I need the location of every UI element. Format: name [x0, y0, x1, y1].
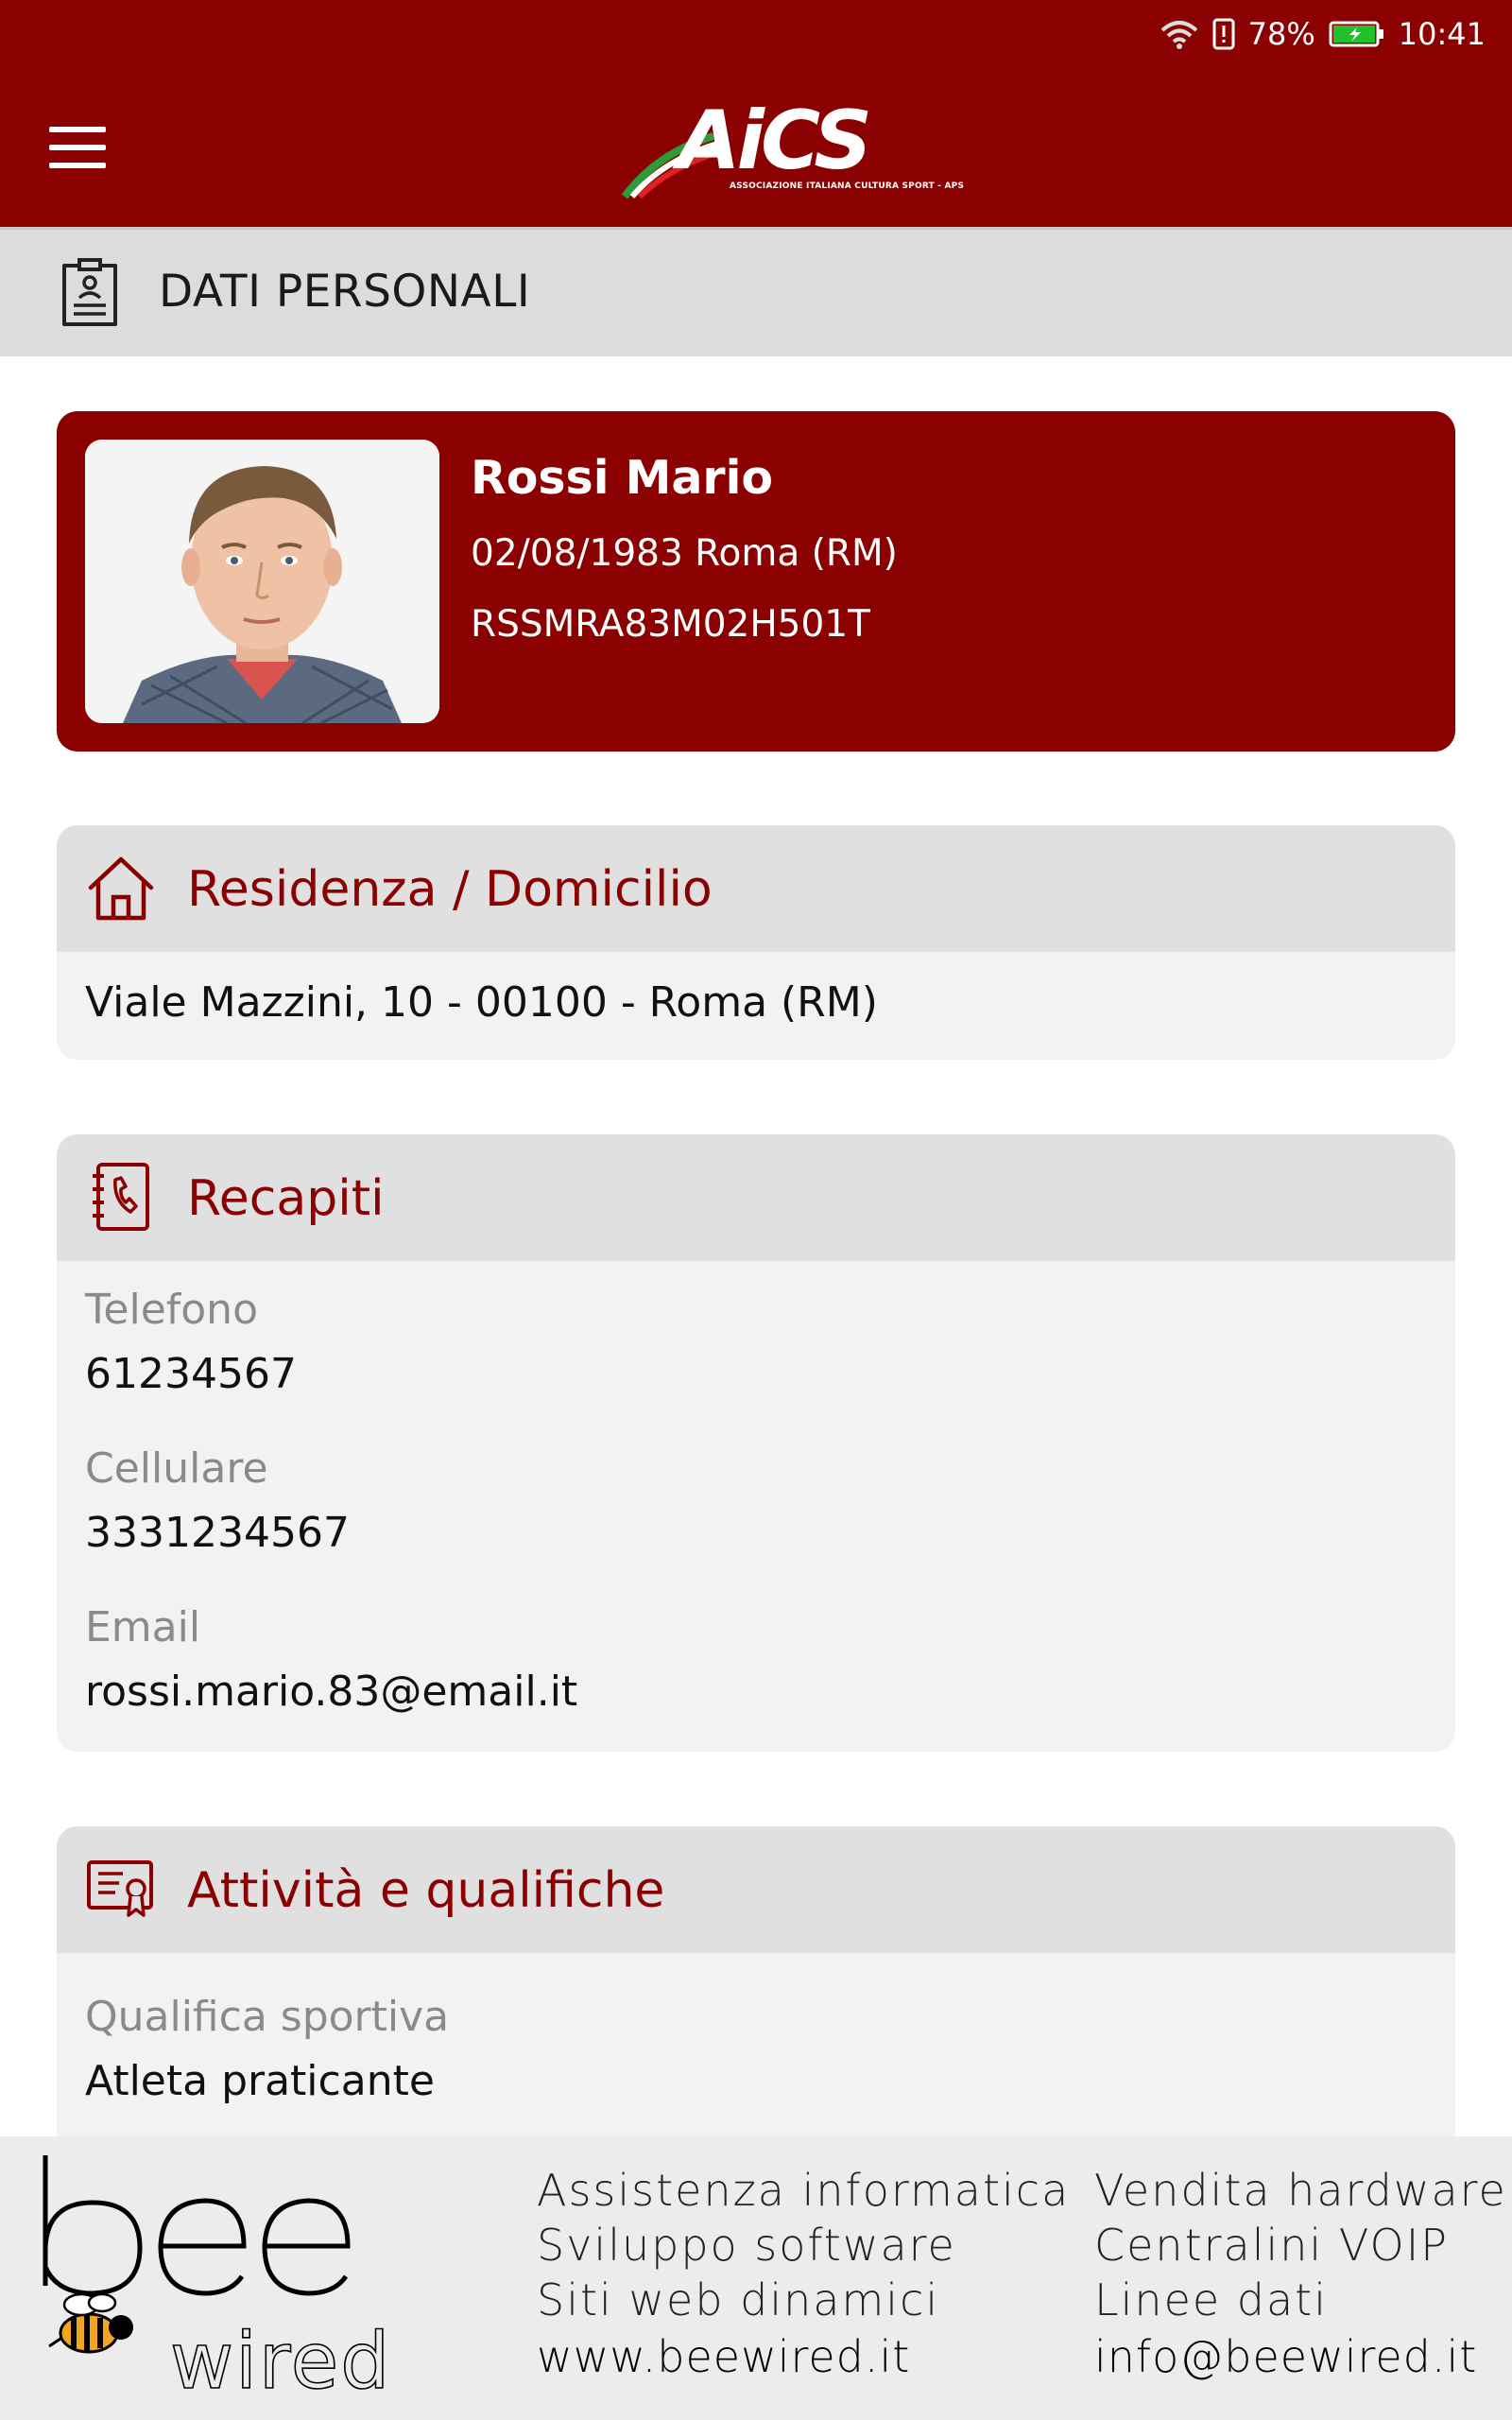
qualification-value: Atleta praticante [85, 2057, 435, 2105]
footer-service-3: Siti web dinamici [537, 2274, 940, 2325]
battery-charging-icon [1329, 20, 1385, 48]
residence-card-header: Residenza / Domicilio [57, 825, 1455, 952]
document-profile-icon [62, 258, 117, 326]
footer-service-4: Vendita hardware [1094, 2165, 1507, 2216]
aics-logo: AiCS ASSOCIAZIONE ITALIANA CULTURA SPORT… [619, 87, 964, 202]
footer-service-5: Centralini VOIP [1094, 2220, 1449, 2271]
wifi-icon [1160, 19, 1199, 49]
status-bar: 78% 10:41 [1160, 13, 1486, 55]
mobile-value[interactable]: 3331234567 [85, 1509, 350, 1557]
contacts-card-header: Recapiti [57, 1134, 1455, 1261]
app-bar: 78% 10:41 AiCS ASSOCIAZIONE ITALIANA CUL… [0, 0, 1512, 227]
clock: 10:41 [1398, 16, 1486, 52]
residence-address: Viale Mazzini, 10 - 00100 - Roma (RM) [85, 978, 878, 1027]
hamburger-menu-button[interactable] [49, 127, 106, 168]
certificate-icon [87, 1860, 153, 1917]
contacts-title: Recapiti [187, 1170, 385, 1227]
email-value[interactable]: rossi.mario.83@email.it [85, 1668, 577, 1716]
svg-text:wired: wired [170, 2317, 391, 2407]
footer-website-link[interactable]: www.beewired.it [537, 2331, 910, 2382]
qualification-label: Qualifica sportiva [85, 1993, 450, 2041]
profile-name: Rossi Mario [471, 451, 774, 505]
section-header: DATI PERSONALI [0, 227, 1512, 356]
svg-text:AiCS: AiCS [672, 94, 868, 188]
email-label: Email [85, 1603, 201, 1651]
profile-fiscal-code: RSSMRA83M02H501T [471, 603, 870, 646]
profile-card: Rossi Mario 02/08/1983 Roma (RM) RSSMRA8… [57, 411, 1455, 752]
residence-card: Residenza / Domicilio Viale Mazzini, 10 … [57, 825, 1455, 1060]
residence-title: Residenza / Domicilio [187, 861, 713, 918]
home-icon [88, 856, 154, 921]
contacts-card: Recapiti Telefono 61234567 Cellulare 333… [57, 1134, 1455, 1752]
footer-service-6: Linee dati [1094, 2274, 1328, 2325]
section-title: DATI PERSONALI [159, 266, 531, 318]
phone-label: Telefono [85, 1286, 258, 1334]
battery-percent: 78% [1247, 16, 1315, 52]
activities-card-header: Attività e qualifiche [57, 1826, 1455, 1953]
profile-photo [85, 440, 439, 723]
footer-email-link[interactable]: info@beewired.it [1094, 2331, 1477, 2382]
phone-value[interactable]: 61234567 [85, 1350, 297, 1398]
profile-birth-info: 02/08/1983 Roma (RM) [471, 532, 898, 575]
footer-service-1: Assistenza informatica [537, 2165, 1071, 2216]
activities-title: Attività e qualifiche [187, 1862, 665, 1919]
phone-book-icon [93, 1163, 149, 1231]
mobile-label: Cellulare [85, 1444, 268, 1493]
beewired-logo: wired [43, 2155, 391, 2408]
logo-subtitle: ASSOCIAZIONE ITALIANA CULTURA SPORT - AP… [730, 182, 965, 191]
footer-banner[interactable]: wired Assistenza informatica Sviluppo so… [0, 2136, 1512, 2420]
footer-service-2: Sviluppo software [537, 2220, 956, 2271]
phone-alert-icon [1212, 18, 1235, 50]
